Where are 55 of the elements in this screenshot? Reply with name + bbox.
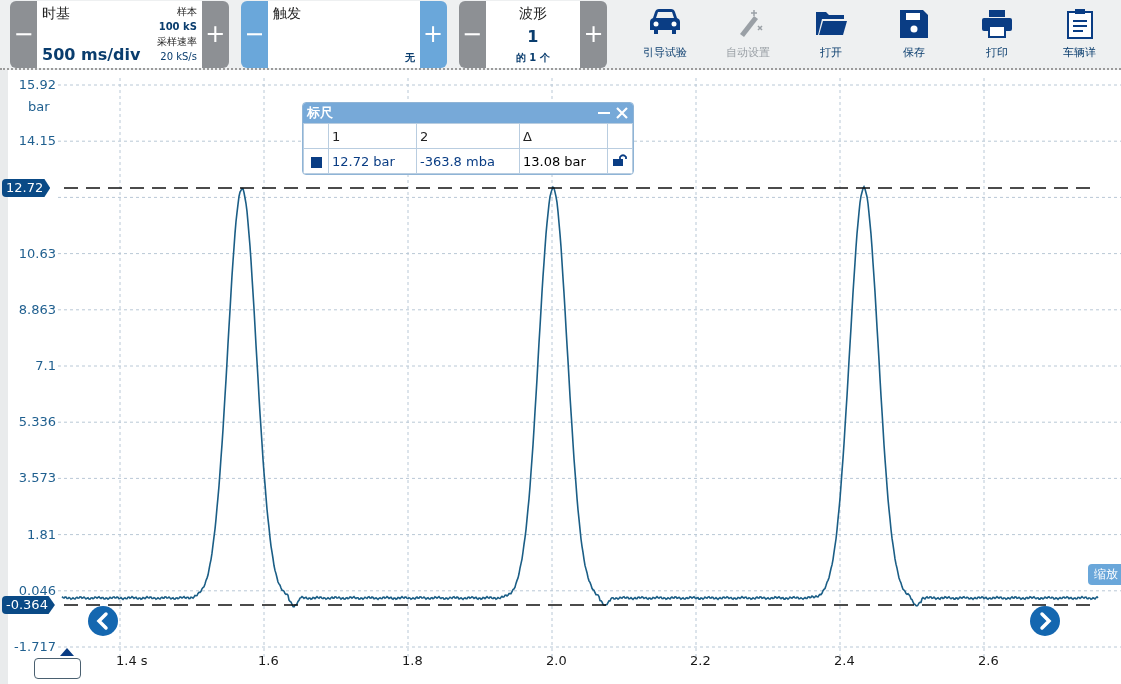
samples-value: 100 kS <box>158 19 197 33</box>
axis-label: -1.717 <box>14 638 56 656</box>
plus-button[interactable]: + <box>201 0 229 68</box>
sample-rate-label: 采样速率 <box>156 35 197 49</box>
axis-label: 1.81 <box>27 525 56 544</box>
timebase-label: 时基 <box>42 4 71 23</box>
axis-label: 8.863 <box>18 300 56 319</box>
scroll-right-icon[interactable] <box>1030 606 1060 636</box>
axis-label: 15.92 <box>18 76 56 94</box>
unit-label: bar <box>28 99 50 114</box>
toolbar-button[interactable]: 保存 <box>872 8 955 60</box>
table-cell: 12.72 bar <box>328 148 417 174</box>
zoom-button[interactable]: 缩放 <box>1088 564 1121 585</box>
tab-button[interactable] <box>34 658 81 679</box>
minus-button[interactable]: − <box>10 0 37 68</box>
waveform-number: 1 <box>527 27 539 46</box>
minus-button[interactable]: − <box>458 0 486 68</box>
axis-label: 1.8 <box>402 653 423 668</box>
waveform-label: 波形 <box>518 4 547 23</box>
axis-label: 2.2 <box>690 653 711 668</box>
cursor-marker[interactable]: -0.364 <box>2 596 55 614</box>
plus-button[interactable]: + <box>419 0 447 68</box>
toolbar-button[interactable]: 打开 <box>789 8 872 60</box>
scroll-left-icon[interactable] <box>88 606 118 636</box>
minus-button[interactable]: − <box>240 0 268 68</box>
sample-rate-value: 20 kS/s <box>160 50 197 64</box>
axis-label: 1.6 <box>258 653 279 668</box>
axis-label: 1.4 s <box>116 653 148 668</box>
trigger-label: 触发 <box>272 4 302 23</box>
axis-label: 3.573 <box>18 469 56 488</box>
printer-icon <box>980 8 1013 39</box>
table-cell: 13.08 bar <box>519 148 608 174</box>
column-header: 2 <box>416 123 520 149</box>
column-header: Δ <box>519 123 608 149</box>
axis-label: 7.1 <box>35 357 56 375</box>
triangle-icon[interactable] <box>60 648 74 656</box>
axis-label: 2.0 <box>546 653 567 668</box>
axis-label: 2.4 <box>834 653 855 668</box>
toolbar-button[interactable]: 引导试验 <box>623 8 706 60</box>
ruler-title: 标尺 <box>307 104 334 122</box>
samples-label: 样本 <box>176 4 197 18</box>
cursor-marker[interactable]: 12.72 <box>2 179 51 197</box>
plus-button[interactable]: + <box>580 0 607 68</box>
column-header: 1 <box>328 123 417 149</box>
axis-label: 10.63 <box>18 244 56 263</box>
axis-label: 14.15 <box>18 132 56 151</box>
toolbar-button[interactable]: 打印 <box>955 8 1038 60</box>
waveform-count: 的 1 个 <box>515 50 550 64</box>
axis-label: 2.6 <box>978 653 999 668</box>
trigger-mode: 无 <box>404 50 415 64</box>
toolbar-button[interactable]: 车辆详 <box>1038 8 1121 60</box>
timebase-value: 500 ms/div <box>42 44 142 64</box>
table-cell: -363.8 mba <box>416 148 520 174</box>
unlock-icon[interactable] <box>613 153 627 166</box>
axis-label: 5.336 <box>18 413 56 432</box>
